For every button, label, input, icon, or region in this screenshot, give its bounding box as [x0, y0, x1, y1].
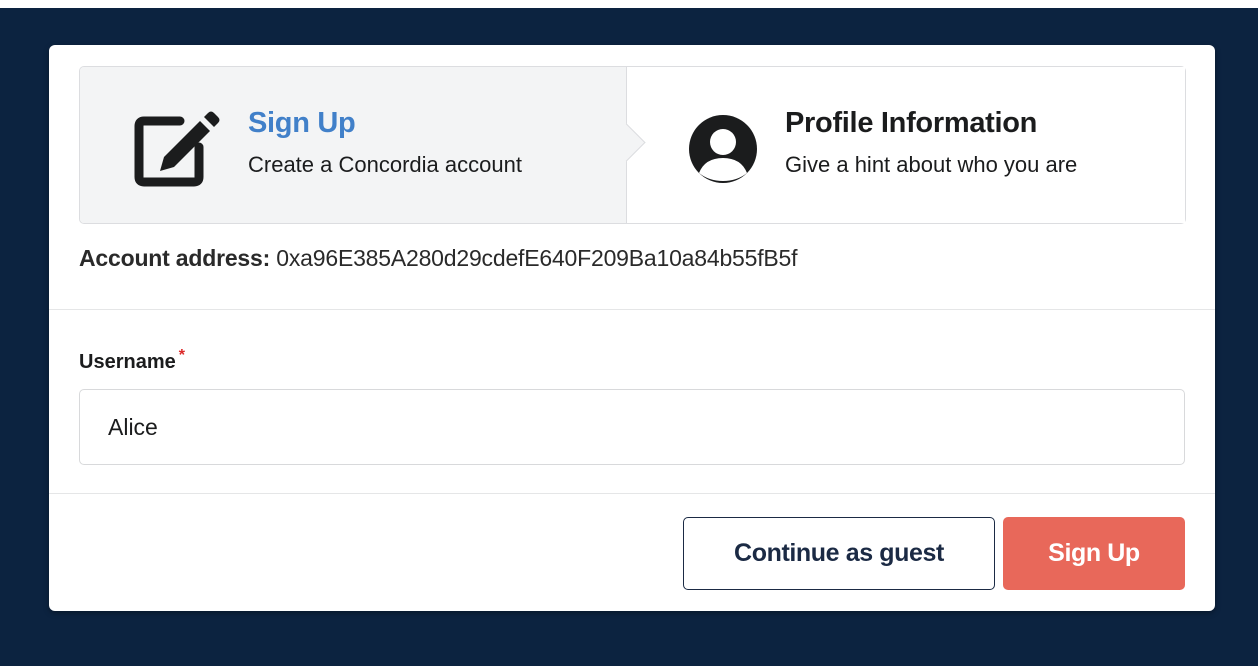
- sign-up-button[interactable]: Sign Up: [1003, 517, 1185, 590]
- step-description: Give a hint about who you are: [785, 152, 1078, 177]
- top-strip: [0, 0, 1258, 8]
- signup-modal: Sign Up Create a Concordia account Profi…: [49, 45, 1215, 611]
- divider: [49, 309, 1215, 310]
- account-address-value: 0xa96E385A280d29cdefE640F209Ba10a84b55fB…: [276, 245, 798, 271]
- account-address-label: Account address:: [79, 245, 271, 271]
- step-title: Sign Up: [248, 107, 356, 139]
- username-label: Username *: [79, 347, 185, 374]
- required-marker: *: [178, 347, 185, 364]
- step-title: Profile Information: [785, 107, 1038, 139]
- step-sign-up: Sign Up Create a Concordia account: [80, 67, 646, 223]
- divider: [49, 493, 1215, 494]
- step-profile-information: Profile Information Give a hint about wh…: [627, 67, 1185, 223]
- username-label-text: Username: [79, 351, 176, 373]
- step-profile-text: Profile Information Give a hint about wh…: [785, 103, 1077, 179]
- user-circle-icon: [685, 111, 761, 187]
- step-indicator: Sign Up Create a Concordia account Profi…: [79, 66, 1186, 224]
- continue-as-guest-button[interactable]: Continue as guest: [683, 517, 995, 590]
- step-description: Create a Concordia account: [248, 152, 522, 177]
- edit-icon: [134, 107, 220, 187]
- username-input[interactable]: [79, 389, 1185, 465]
- step-sign-up-text: Sign Up Create a Concordia account: [248, 103, 522, 179]
- account-address: Account address: 0xa96E385A280d29cdefE64…: [79, 245, 798, 272]
